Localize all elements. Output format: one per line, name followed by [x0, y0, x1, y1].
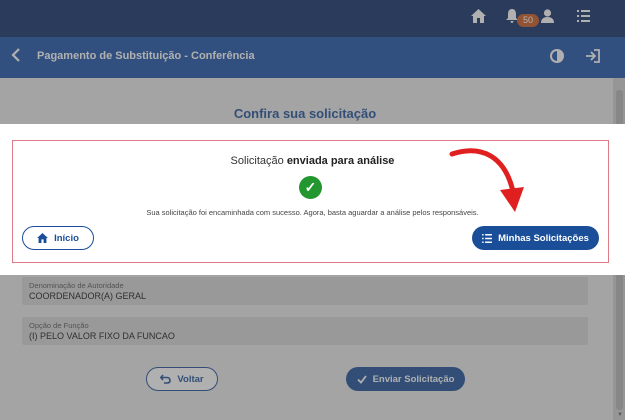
home-icon: [37, 233, 48, 243]
success-modal: [0, 124, 625, 275]
modal-title: Solicitação enviada para análise: [0, 155, 625, 167]
my-requests-label: Minhas Solicitações: [498, 232, 589, 244]
red-arrow-annotation: [449, 148, 524, 212]
home-button[interactable]: Início: [22, 226, 94, 250]
success-check-icon: ✓: [299, 176, 322, 199]
list-icon: [482, 233, 492, 243]
modal-message: Sua solicitação foi encaminhada com suce…: [146, 208, 479, 217]
modal-title-bold: enviada para análise: [286, 155, 395, 167]
home-button-label: Início: [54, 232, 79, 244]
modal-title-prefix: Solicitação: [230, 155, 284, 167]
